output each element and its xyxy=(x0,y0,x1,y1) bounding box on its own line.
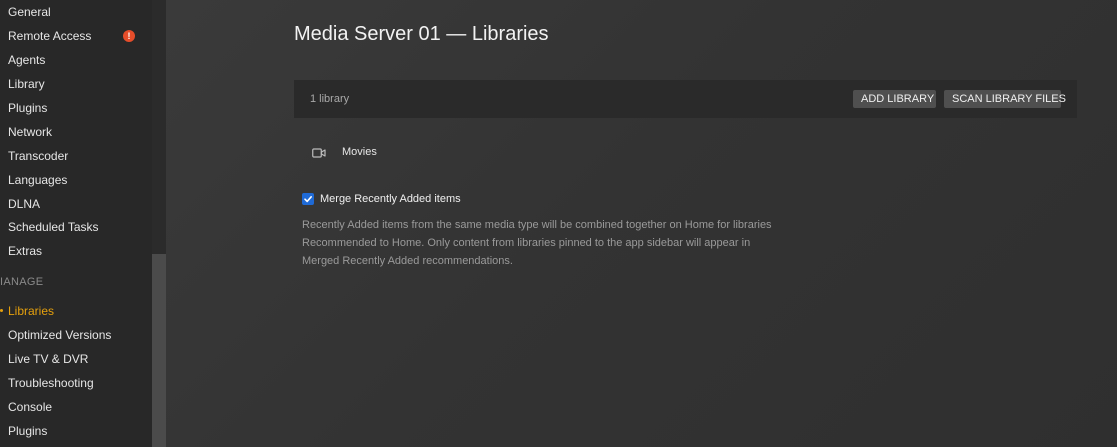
libraries-toolbar: 1 library ADD LIBRARY SCAN LIBRARY FILES xyxy=(294,80,1077,118)
add-library-button[interactable]: ADD LIBRARY xyxy=(853,90,936,108)
library-name: Movies xyxy=(342,146,377,158)
sidebar-item-transcoder[interactable]: Transcoder xyxy=(8,146,148,166)
sidebar-item-scheduled-tasks[interactable]: Scheduled Tasks xyxy=(8,217,148,237)
sidebar-item-troubleshooting[interactable]: Troubleshooting xyxy=(8,373,148,393)
scan-library-files-button[interactable]: SCAN LIBRARY FILES xyxy=(944,90,1066,108)
alert-icon: ! xyxy=(123,30,135,42)
merge-description: Recently Added items from the same media… xyxy=(302,216,792,270)
description-line: Recently Added items from the same media… xyxy=(302,219,772,231)
merge-recently-added-checkbox[interactable] xyxy=(302,193,314,205)
description-line: Recommended to Home. Only content from l… xyxy=(302,237,751,249)
sidebar-item-languages[interactable]: Languages xyxy=(8,170,148,190)
active-indicator xyxy=(0,309,3,312)
sidebar-item-console[interactable]: Console xyxy=(8,397,148,417)
sidebar-item-general[interactable]: General xyxy=(8,2,148,22)
checkmark-icon xyxy=(304,196,312,203)
app-root: General Remote Access ! Agents Library P… xyxy=(0,0,1117,447)
sidebar-item-network[interactable]: Network xyxy=(8,122,148,142)
sidebar-item-live-tv-dvr[interactable]: Live TV & DVR xyxy=(8,349,148,369)
library-count: 1 library xyxy=(310,93,350,105)
section-header-manage: IANAGE xyxy=(0,276,44,288)
settings-sidebar: General Remote Access ! Agents Library P… xyxy=(0,0,152,447)
video-camera-icon xyxy=(312,146,326,158)
sidebar-item-agents[interactable]: Agents xyxy=(8,50,148,70)
sidebar-item-optimized-versions[interactable]: Optimized Versions xyxy=(8,325,148,345)
description-line: Merged Recently Added recommendations. xyxy=(302,255,513,267)
sidebar-item-library[interactable]: Library xyxy=(8,74,148,94)
page-title: Media Server 01 — Libraries xyxy=(294,23,549,45)
sidebar-item-dlna[interactable]: DLNA xyxy=(8,194,148,214)
sidebar-item-plugins[interactable]: Plugins xyxy=(8,98,148,118)
sidebar-scrollbar-thumb[interactable] xyxy=(152,254,166,447)
sidebar-item-plugins-manage[interactable]: Plugins xyxy=(8,421,148,441)
sidebar-item-libraries[interactable]: Libraries xyxy=(8,301,148,321)
library-row-movies[interactable]: Movies xyxy=(294,140,1077,164)
merge-recently-added-label[interactable]: Merge Recently Added items xyxy=(320,190,461,208)
sidebar-item-extras[interactable]: Extras xyxy=(8,241,148,261)
